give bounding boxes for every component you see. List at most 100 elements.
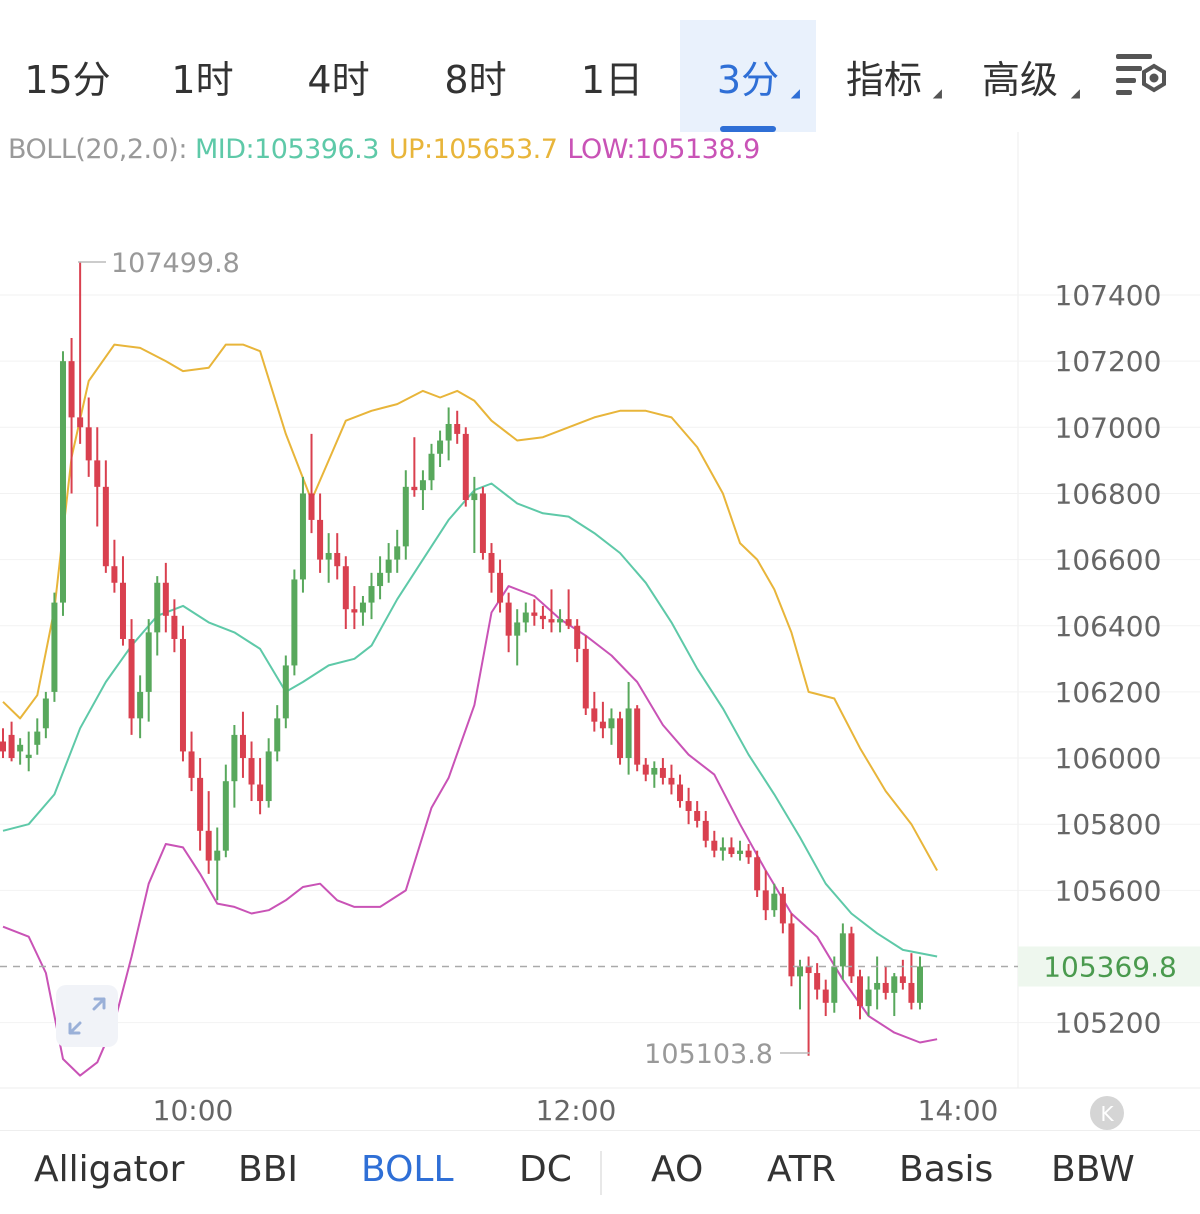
- indicator-boll[interactable]: BOLL: [361, 1149, 454, 1190]
- candle-body: [265, 751, 272, 802]
- candle-up: [891, 973, 898, 1017]
- candle-body: [771, 893, 778, 911]
- candle-body: [805, 966, 812, 974]
- candle-body: [865, 989, 872, 1007]
- candle-up: [522, 602, 529, 633]
- dropdown-arrow-icon: ◢: [932, 86, 942, 100]
- candle-up: [557, 609, 564, 633]
- tab-3m[interactable]: 3分 ◢: [680, 20, 816, 132]
- candle-body: [68, 361, 75, 418]
- candle-body: [617, 718, 624, 759]
- candle-body: [591, 708, 598, 722]
- candle-body: [428, 453, 435, 481]
- candle-body: [574, 625, 581, 649]
- candle-down: [188, 731, 195, 792]
- candle-body: [625, 708, 632, 759]
- candle-body: [102, 486, 109, 567]
- candle-down: [762, 870, 769, 921]
- high-annotation: 107499.8: [78, 248, 240, 279]
- tab-1h[interactable]: 1时: [135, 20, 270, 132]
- candle-body: [214, 850, 221, 861]
- candle-body: [908, 982, 915, 1003]
- fullscreen-icon[interactable]: [56, 985, 118, 1047]
- tab-4h[interactable]: 4时: [270, 20, 407, 132]
- candle-down: [642, 758, 649, 782]
- candle-up: [214, 827, 221, 901]
- candle-down: [462, 427, 469, 507]
- candle-down: [848, 926, 855, 983]
- high-annotation-label: 107499.8: [111, 248, 240, 279]
- candle-down: [162, 562, 169, 633]
- candle-body: [479, 493, 486, 553]
- candle-body: [188, 751, 195, 778]
- dropdown-arrow-icon: ◢: [1070, 86, 1080, 100]
- indicators-dropdown[interactable]: 指标 ◢: [816, 20, 952, 132]
- candle-up: [394, 529, 401, 573]
- indicators-label: 指标: [845, 57, 922, 102]
- tab-8h[interactable]: 8时: [407, 20, 544, 132]
- candle-up: [299, 476, 306, 593]
- candle-body: [394, 546, 401, 560]
- candle-body: [599, 721, 606, 729]
- candle-up: [385, 543, 392, 583]
- candle-up: [419, 470, 426, 510]
- tab-1d[interactable]: 1日: [544, 20, 680, 132]
- collapse-icon[interactable]: K: [1090, 1096, 1124, 1130]
- candle-down: [908, 953, 915, 1010]
- candle-up: [737, 840, 744, 861]
- candle-down: [591, 691, 598, 732]
- candle-body: [154, 582, 161, 633]
- candle-body: [891, 976, 898, 993]
- candle-body: [719, 847, 726, 851]
- candle-up: [437, 430, 444, 467]
- candle-down: [685, 787, 692, 825]
- candle-down: [788, 913, 795, 987]
- candle-down: [488, 543, 495, 593]
- candle-up: [25, 731, 32, 772]
- advanced-dropdown[interactable]: 高级 ◢: [952, 20, 1088, 132]
- candle-body: [128, 638, 135, 719]
- indicator-bbi[interactable]: BBI: [238, 1149, 298, 1190]
- candle-body: [454, 423, 461, 434]
- indicator-atr[interactable]: ATR: [767, 1149, 836, 1190]
- candle-body: [34, 731, 41, 745]
- indicator-ao[interactable]: AO: [651, 1149, 703, 1190]
- candle-down: [599, 701, 606, 739]
- indicator-alligator[interactable]: Alligator: [34, 1149, 185, 1190]
- candle-down: [634, 705, 641, 772]
- candle-body: [702, 820, 709, 841]
- tab-15m[interactable]: 15分: [0, 20, 135, 132]
- price-tick-label: 105200: [1055, 1007, 1162, 1040]
- svg-text:K: K: [1100, 1102, 1114, 1126]
- candle-body: [85, 427, 92, 461]
- candle-up: [797, 959, 804, 1010]
- indicator-dc[interactable]: DC: [519, 1149, 572, 1190]
- indicator-bbw[interactable]: BBW: [1051, 1149, 1135, 1190]
- candle-body: [342, 566, 349, 610]
- candle-down: [668, 764, 675, 795]
- candle-down: [805, 956, 812, 1056]
- candle-down: [454, 410, 461, 444]
- candle-down: [899, 959, 906, 990]
- candle-body: [497, 572, 504, 603]
- price-tick-label: 106000: [1055, 742, 1162, 775]
- candle-body: [111, 566, 118, 583]
- candle-down: [617, 711, 624, 765]
- candle-body: [51, 602, 58, 692]
- candle-up: [34, 718, 41, 755]
- candle-body: [839, 933, 846, 967]
- candle-body: [857, 976, 863, 1007]
- candle-up: [59, 351, 66, 616]
- candle-down: [479, 486, 486, 560]
- candle-body: [788, 923, 795, 977]
- candle-body: [548, 619, 555, 623]
- candle-down: [659, 758, 666, 785]
- candle-body: [334, 552, 341, 567]
- candle-body: [531, 612, 538, 616]
- candle-body: [77, 417, 84, 428]
- indicator-basis[interactable]: Basis: [899, 1149, 993, 1190]
- candlestick-chart[interactable]: 107499.8 105103.8 107400 107200 107000 1068…: [0, 132, 1200, 1130]
- chart-settings-icon[interactable]: [1110, 48, 1174, 104]
- candle-body: [145, 632, 152, 692]
- candle-body: [377, 572, 384, 587]
